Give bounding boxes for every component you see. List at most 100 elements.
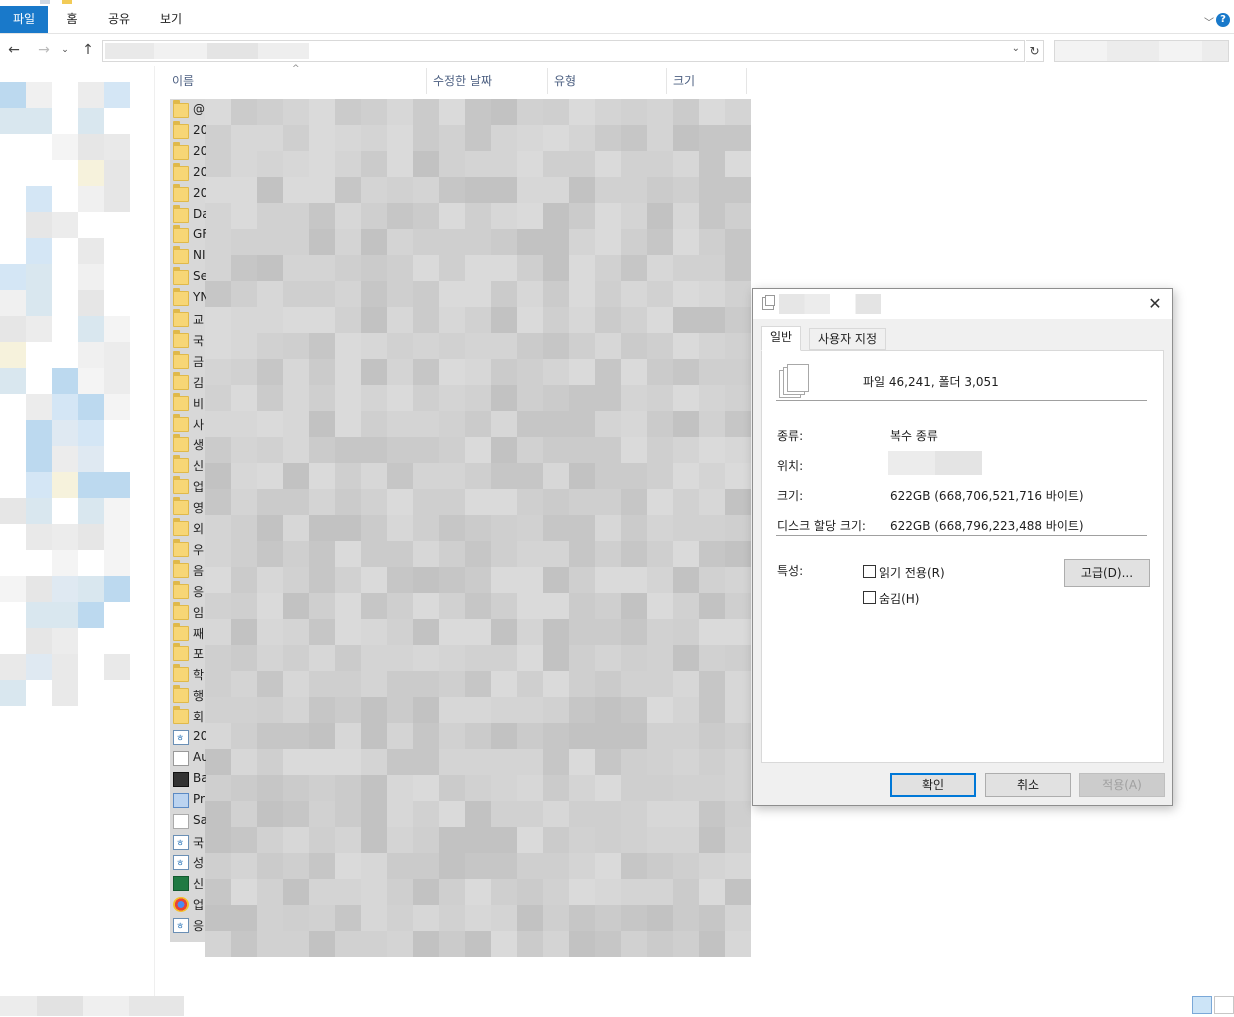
list-item[interactable]: NI: [170, 246, 206, 267]
list-item[interactable]: 사: [170, 413, 206, 435]
list-item[interactable]: 회: [170, 706, 206, 727]
column-separator[interactable]: [426, 68, 427, 94]
file-name: 금: [193, 354, 205, 369]
list-item[interactable]: @: [170, 100, 206, 121]
list-item[interactable]: 교: [170, 309, 206, 330]
search-input[interactable]: [1054, 40, 1229, 62]
arrow-left-icon[interactable]: ←: [4, 40, 24, 60]
large-icons-view-icon[interactable]: [1214, 996, 1234, 1014]
file-name: 음: [193, 563, 205, 578]
arrow-right-icon[interactable]: →: [34, 40, 54, 60]
list-item[interactable]: 업: [170, 476, 206, 497]
list-item[interactable]: 국: [170, 832, 206, 853]
list-item[interactable]: 신: [170, 455, 206, 476]
list-item[interactable]: Da: [170, 204, 206, 226]
file-icon: [173, 834, 189, 850]
close-icon[interactable]: ✕: [1144, 293, 1166, 315]
size-value: 622GB (668,706,521,716 바이트): [890, 489, 1084, 503]
navigation-bar: ← → ⌄ ↑ ⌄ ↻: [0, 36, 1234, 66]
chevron-down-icon[interactable]: ﹀: [1204, 14, 1214, 29]
column-header-size[interactable]: 크기: [669, 68, 747, 94]
list-item[interactable]: 김: [170, 371, 206, 393]
list-item[interactable]: YN: [170, 288, 206, 309]
file-name: Da: [193, 206, 206, 221]
list-item[interactable]: Sa: [170, 811, 206, 832]
list-item[interactable]: 금: [170, 350, 206, 372]
list-item[interactable]: 국: [170, 329, 206, 351]
list-item[interactable]: 째: [170, 622, 206, 644]
tab-general[interactable]: 일반: [761, 326, 802, 351]
file-name: 업: [193, 898, 205, 913]
list-item[interactable]: 성: [170, 852, 206, 873]
list-item[interactable]: 비: [170, 392, 206, 414]
folder-icon: [173, 538, 189, 557]
list-item[interactable]: 20: [170, 183, 206, 205]
tab-file[interactable]: 파일: [0, 6, 48, 33]
column-separator[interactable]: [666, 68, 667, 94]
list-item[interactable]: Ba: [170, 769, 206, 790]
list-item[interactable]: 음: [170, 559, 206, 581]
chevron-down-icon[interactable]: ⌄: [1012, 43, 1020, 54]
navigation-pane[interactable]: [0, 82, 156, 706]
folder-icon: [173, 434, 189, 453]
list-item[interactable]: 행: [170, 685, 206, 706]
list-item[interactable]: 생: [170, 434, 206, 455]
folder-icon: [173, 309, 189, 327]
arrow-up-icon[interactable]: ↑: [78, 40, 98, 60]
hidden-label[interactable]: 숨김(H): [879, 590, 919, 607]
column-header-modified[interactable]: 수정한 날짜: [429, 68, 547, 94]
quick-access-icon[interactable]: [40, 0, 50, 4]
column-separator[interactable]: [547, 68, 548, 94]
list-item[interactable]: Pr: [170, 790, 206, 811]
list-item[interactable]: 20: [170, 120, 206, 142]
column-header-type[interactable]: 유형: [550, 68, 666, 94]
tab-home[interactable]: 홈: [58, 6, 86, 33]
file-name: 임: [193, 605, 205, 620]
list-item[interactable]: 학: [170, 664, 206, 685]
list-item[interactable]: 20: [170, 141, 206, 163]
list-item[interactable]: 포: [170, 643, 206, 664]
file-icon: [173, 730, 189, 745]
tab-customize[interactable]: 사용자 지정: [809, 328, 887, 350]
list-item[interactable]: Se: [170, 267, 206, 288]
readonly-checkbox[interactable]: [863, 565, 876, 578]
readonly-label[interactable]: 읽기 전용(R): [879, 564, 945, 581]
advanced-button[interactable]: 고급(D)...: [1064, 559, 1150, 587]
list-item[interactable]: 영: [170, 497, 206, 518]
pane-divider[interactable]: [154, 66, 155, 996]
recent-locations-chevron-down-icon[interactable]: ⌄: [58, 40, 72, 60]
tab-share[interactable]: 공유: [100, 6, 138, 33]
address-bar[interactable]: ⌄: [102, 40, 1025, 62]
list-item[interactable]: 응: [170, 915, 206, 936]
file-name: 신: [193, 459, 205, 474]
chrome-file-icon: [173, 897, 189, 913]
list-item[interactable]: 20: [170, 727, 206, 748]
details-view-icon[interactable]: [1192, 996, 1212, 1014]
file-icon: [173, 813, 189, 829]
list-item[interactable]: 응: [170, 580, 206, 602]
list-item[interactable]: 외: [170, 518, 206, 539]
list-item[interactable]: GF: [170, 225, 206, 246]
list-item[interactable]: 신: [170, 873, 206, 894]
list-item[interactable]: 업: [170, 894, 206, 915]
file-icon: [173, 750, 189, 766]
cancel-button[interactable]: 취소: [985, 773, 1071, 797]
dialog-titlebar[interactable]: ✕: [753, 289, 1172, 319]
help-icon[interactable]: ?: [1216, 13, 1230, 27]
list-item[interactable]: 우: [170, 538, 206, 560]
file-list-redacted[interactable]: [170, 99, 751, 957]
file-name: Se: [193, 269, 206, 284]
tab-view[interactable]: 보기: [152, 6, 190, 33]
list-item[interactable]: 20: [170, 162, 206, 184]
file-name: 포: [193, 647, 205, 662]
column-separator[interactable]: [746, 68, 747, 94]
file-name: 비: [193, 396, 205, 411]
list-item[interactable]: 임: [170, 601, 206, 623]
hidden-checkbox[interactable]: [863, 591, 876, 604]
refresh-icon[interactable]: ↻: [1026, 40, 1044, 62]
column-header-name[interactable]: 이름: [168, 68, 426, 94]
apply-button[interactable]: 적용(A): [1079, 773, 1165, 797]
folder-icon: [173, 288, 189, 307]
ok-button[interactable]: 확인: [890, 773, 976, 797]
list-item[interactable]: Au: [170, 748, 206, 769]
